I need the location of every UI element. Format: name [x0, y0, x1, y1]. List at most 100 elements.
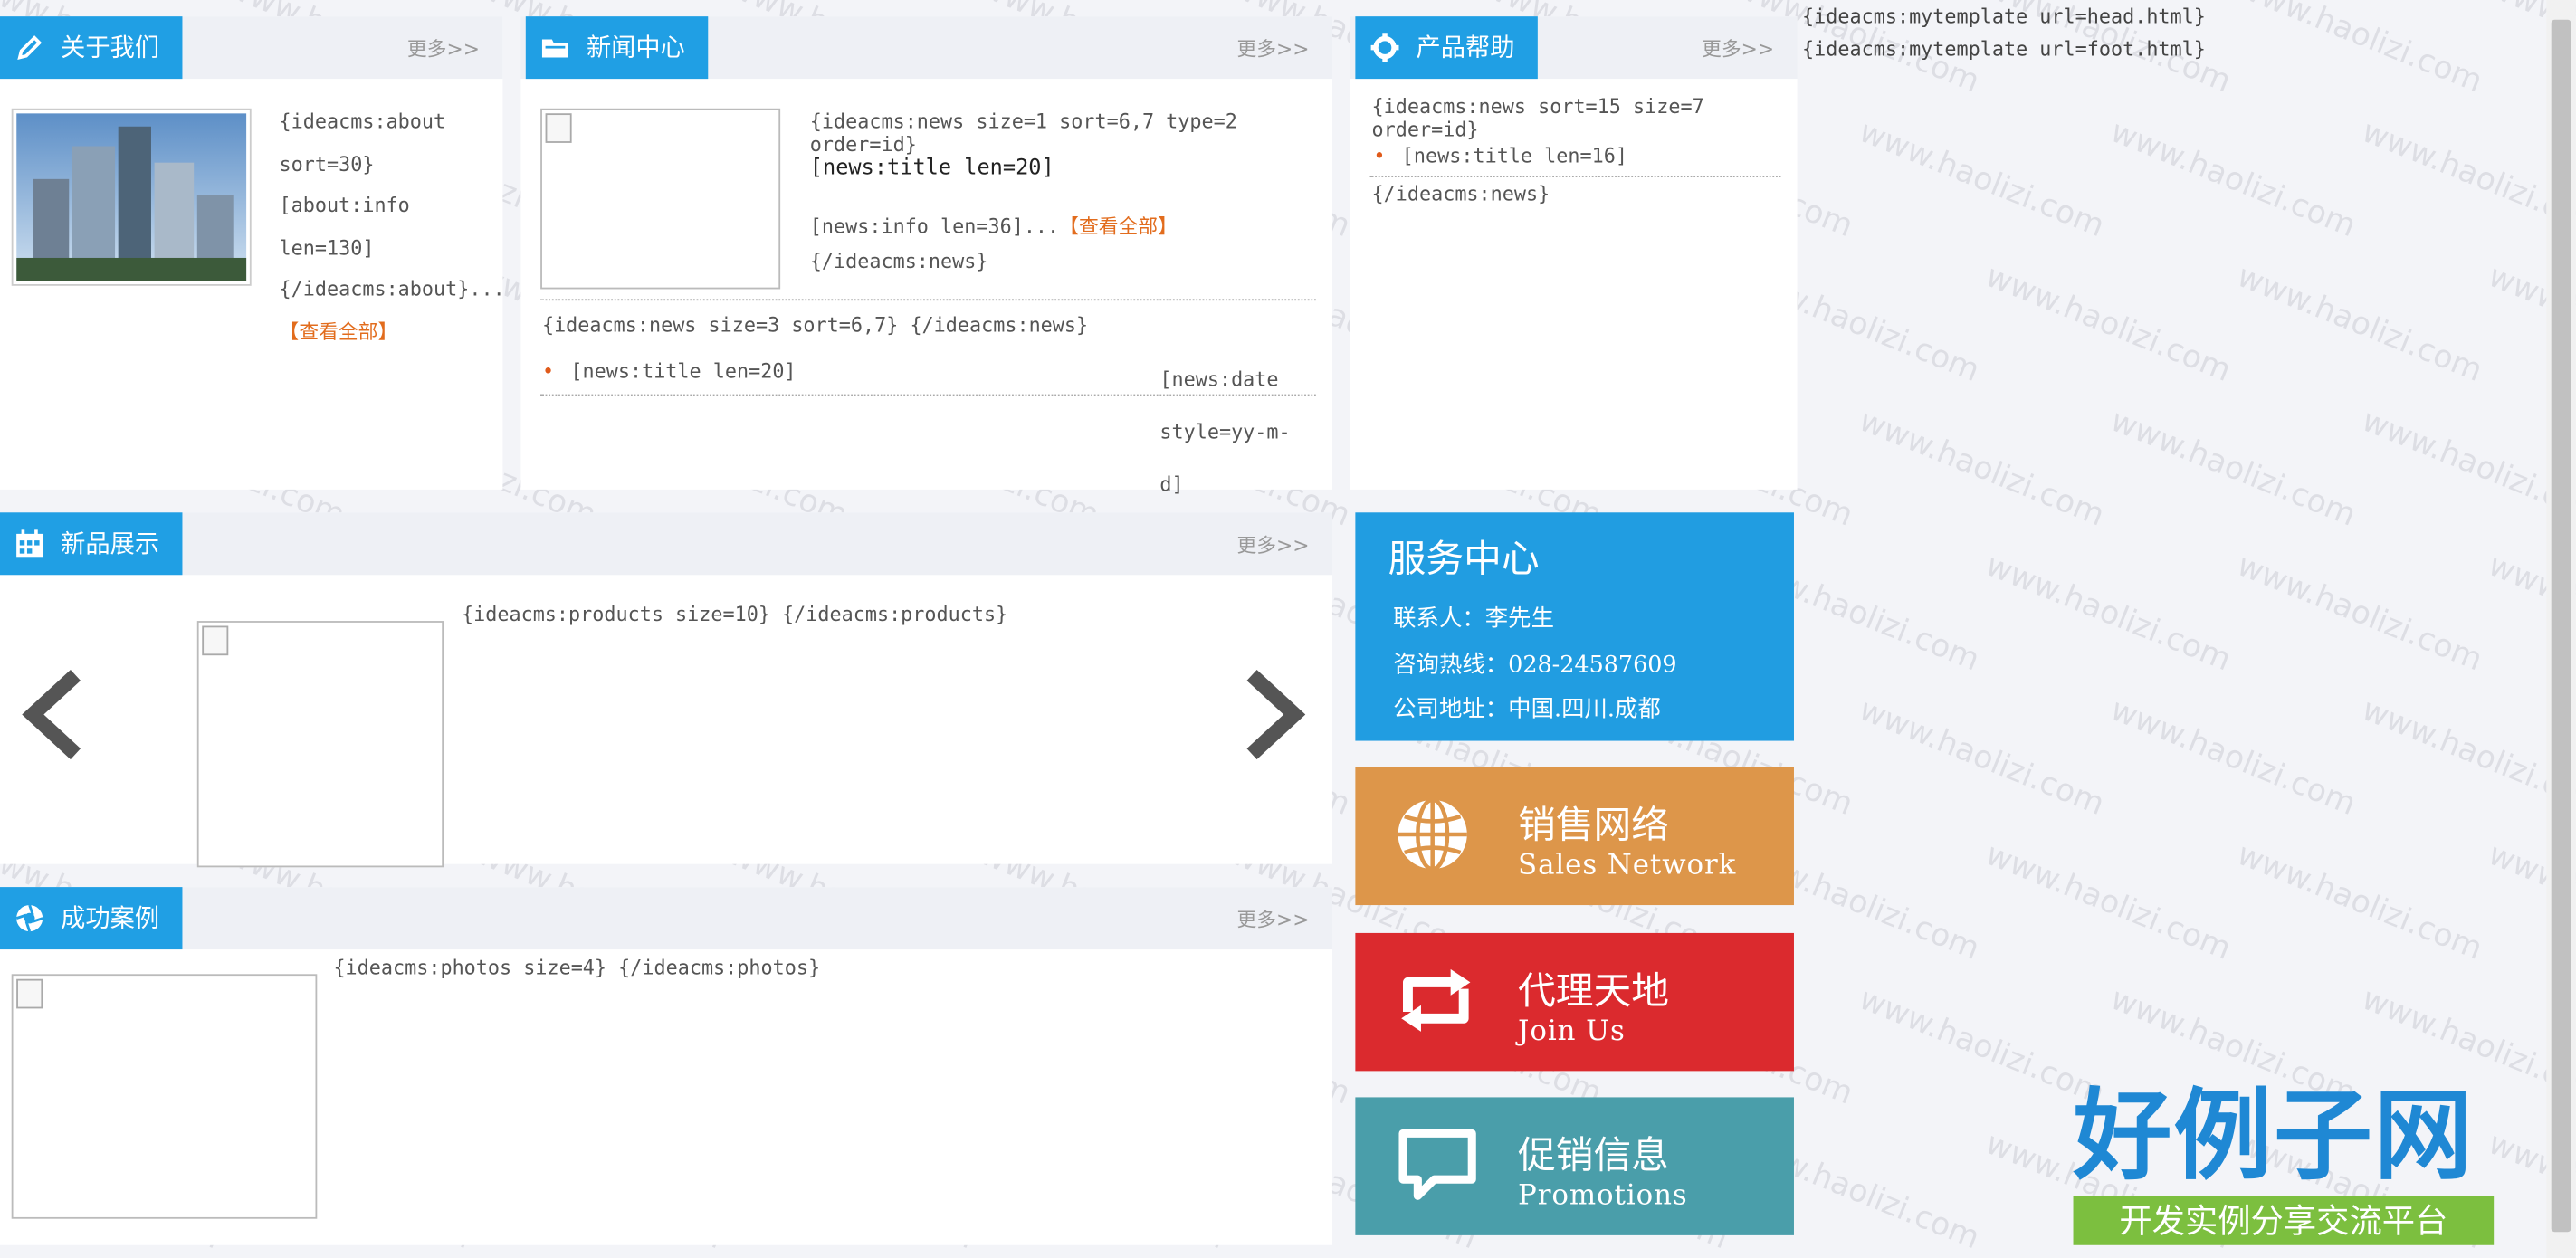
- template-include-text: {ideacms:mytemplate url=head.html} {idea…: [1802, 5, 2206, 62]
- watermark-text: www.haolizi.com: [1854, 402, 2110, 534]
- service-contact: 联系人：李先生: [1393, 605, 1554, 633]
- news-tab[interactable]: 新闻中心: [525, 16, 709, 80]
- watermark-text: www.haolizi.com: [2356, 691, 2576, 824]
- watermark-text: www.haolizi.com: [2105, 113, 2361, 245]
- news-featured-block: {ideacms:news size=1 sort=6,7 type=2 ord…: [810, 110, 1322, 273]
- news-featured-info: [news:info len=36]...: [809, 214, 1060, 239]
- chat-icon: [1398, 1129, 1476, 1200]
- news-featured-close: {/ideacms:news}: [809, 249, 988, 273]
- help-tab[interactable]: 产品帮助: [1355, 16, 1538, 80]
- news-more-link[interactable]: 更多>>: [1236, 34, 1309, 62]
- chevron-left-icon: [22, 669, 81, 760]
- news-item-title: [news:title len=20]: [570, 359, 797, 383]
- watermark-text: www.haolizi.com: [2105, 402, 2361, 534]
- watermark-logo: 好例子网 开发实例分享交流平台: [2073, 1078, 2497, 1245]
- watermark-text: www.haolizi.com: [1854, 113, 2110, 245]
- news-header: 新闻中心 更多>>: [520, 16, 1332, 80]
- products-header: 新品展示 更多>>: [0, 512, 1332, 576]
- aperture-icon: [15, 904, 43, 932]
- chevron-right-icon: [1246, 669, 1306, 760]
- help-panel: 产品帮助 更多>> {ideacms:news sort=15 size=7 o…: [1350, 16, 1798, 490]
- watermark-text: www.haolizi.com: [1854, 980, 2110, 1112]
- products-more-link[interactable]: 更多>>: [1236, 530, 1309, 558]
- watermark-text: www.haolizi.com: [1980, 547, 2237, 679]
- banner-cn: 销售网络: [1518, 805, 1670, 848]
- join-us-banner[interactable]: 代理天地 Join Us: [1355, 932, 1794, 1072]
- news-view-all-link[interactable]: 【查看全部】: [1059, 215, 1178, 238]
- help-more-link[interactable]: 更多>>: [1702, 34, 1774, 62]
- news-featured-title[interactable]: [news:title len=20]: [810, 156, 1322, 212]
- scrollbar-thumb[interactable]: [2551, 19, 2571, 1233]
- cases-more-link[interactable]: 更多>>: [1236, 905, 1309, 933]
- about-header: 关于我们 更多>>: [0, 16, 503, 80]
- vertical-scrollbar[interactable]: [2546, 0, 2576, 1258]
- folder-icon: [541, 39, 568, 58]
- watermark-text: www.haolizi.com: [2231, 835, 2487, 967]
- product-image[interactable]: [196, 621, 444, 868]
- watermark-text: www.haolizi.com: [1980, 258, 2237, 390]
- banner-cn: 促销信息: [1518, 1135, 1670, 1178]
- watermark-text: www.haolizi.com: [2356, 113, 2576, 245]
- cases-tab[interactable]: 成功案例: [0, 887, 183, 950]
- banner-en: Promotions: [1518, 1179, 1688, 1213]
- about-tab[interactable]: 关于我们: [0, 16, 183, 80]
- help-header: 产品帮助 更多>>: [1350, 16, 1798, 80]
- about-panel: 关于我们 更多>> {ideacms:about sort=30}[about:…: [0, 16, 505, 490]
- help-code: {ideacms:news sort=15 size=7 order=id}: [1371, 95, 1704, 142]
- promotions-banner[interactable]: 促销信息 Promotions: [1355, 1097, 1794, 1235]
- news-divider: [540, 299, 1316, 301]
- cases-title: 成功案例: [61, 903, 160, 933]
- sales-network-banner[interactable]: 销售网络 Sales Network: [1355, 767, 1794, 906]
- about-title: 关于我们: [61, 33, 160, 62]
- cases-panel: 成功案例 更多>> {ideacms:photos size=4} {/idea…: [0, 887, 1332, 1245]
- calendar-icon: [16, 529, 43, 558]
- about-more-link[interactable]: 更多>>: [407, 34, 480, 62]
- banner-en: Join Us: [1518, 1015, 1626, 1048]
- help-divider: [1369, 176, 1781, 178]
- cases-header: 成功案例 更多>>: [0, 887, 1332, 950]
- news-panel: 新闻中心 更多>> {ideacms:news size=1 sort=6,7 …: [520, 16, 1332, 496]
- service-hotline: 咨询热线：028-24587609: [1393, 652, 1677, 679]
- about-image: [11, 108, 252, 286]
- watermark-text: www.haolizi.com: [1980, 835, 2237, 967]
- news-item-divider: [540, 394, 1316, 396]
- help-title: 产品帮助: [1416, 33, 1515, 62]
- products-panel: 新品展示 更多>> {ideacms:products size=10} {/i…: [0, 512, 1332, 868]
- about-text-block: {ideacms:about sort=30}[about:info len=1…: [280, 102, 505, 354]
- about-view-all-link[interactable]: 【查看全部】: [280, 319, 398, 342]
- pencil-icon: [17, 35, 43, 61]
- products-tab[interactable]: 新品展示: [0, 512, 183, 576]
- news-list-code: {ideacms:news size=3 sort=6,7} {/ideacms…: [541, 313, 1089, 338]
- products-code: {ideacms:products size=10} {/ideacms:pro…: [462, 603, 1008, 626]
- watermark-text: www.haolizi.com: [2231, 258, 2487, 390]
- products-title: 新品展示: [61, 529, 160, 559]
- news-item-date: [news:date style=yy-m-d]: [1159, 367, 1291, 497]
- refresh-icon: [1401, 968, 1471, 1032]
- service-center-box: 服务中心 联系人：李先生 咨询热线：028-24587609 公司地址：中国.四…: [1355, 512, 1794, 741]
- about-text: {ideacms:about sort=30}[about:info len=1…: [279, 110, 505, 301]
- products-prev-arrow[interactable]: [20, 669, 86, 767]
- banner-cn: 代理天地: [1518, 970, 1670, 1014]
- watermark-slogan: 开发实例分享交流平台: [2073, 1196, 2495, 1245]
- cases-code: {ideacms:photos size=4} {/ideacms:photos…: [333, 956, 821, 979]
- news-featured-image: [540, 108, 781, 290]
- bullet-icon: •: [541, 359, 555, 383]
- bullet-icon: •: [1373, 144, 1386, 168]
- service-title: 服务中心: [1388, 538, 1540, 582]
- gear-icon: [1370, 33, 1399, 62]
- globe-icon: [1398, 797, 1467, 872]
- products-next-arrow[interactable]: [1242, 669, 1308, 767]
- service-address: 公司地址：中国.四川.成都: [1393, 696, 1661, 723]
- banner-en: Sales Network: [1518, 849, 1737, 882]
- case-image[interactable]: [11, 974, 318, 1219]
- watermark-text: www.haolizi.com: [1854, 691, 2110, 824]
- watermark-text: www.haolizi.com: [2356, 402, 2576, 534]
- news-featured-code: {ideacms:news size=1 sort=6,7 type=2 ord…: [809, 110, 1237, 157]
- watermark-text: www.haolizi.com: [2231, 547, 2487, 679]
- watermark-logo-text: 好例子网: [2073, 1079, 2475, 1195]
- help-close: {/ideacms:news}: [1371, 182, 1550, 205]
- news-title: 新闻中心: [586, 33, 685, 62]
- help-list-item[interactable]: • [news:title len=16]: [1373, 138, 1627, 168]
- help-item-title: [news:title len=16]: [1401, 144, 1627, 168]
- watermark-text: www.haolizi.com: [2105, 691, 2361, 824]
